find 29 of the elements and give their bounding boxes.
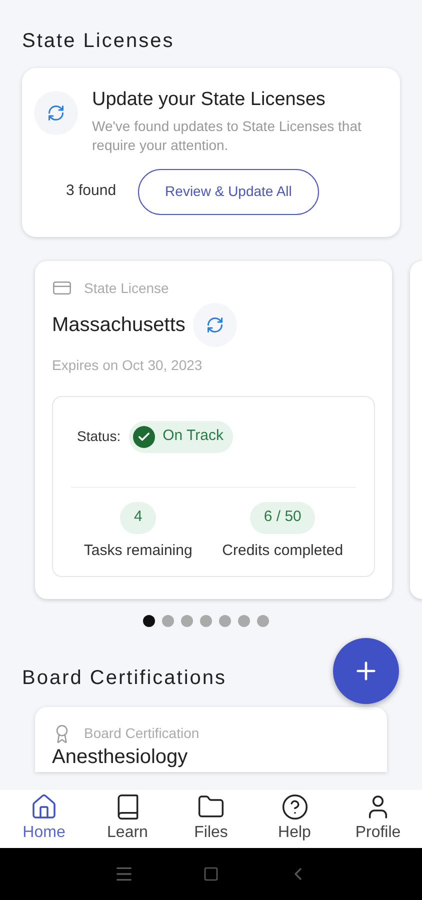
found-count: 3 found xyxy=(66,181,116,202)
section-title: State Licenses xyxy=(22,29,174,54)
certification-card[interactable]: Board Certification Anesthesiology xyxy=(35,707,387,772)
certification-name: Anesthesiology xyxy=(52,746,189,768)
review-update-all-button[interactable]: Review & Update All xyxy=(138,168,319,214)
home-icon xyxy=(30,793,58,821)
update-title: Update your State Licenses xyxy=(92,88,326,112)
stat-label: Credits completed xyxy=(222,540,344,560)
stat-value: 6 / 50 xyxy=(250,502,316,534)
refresh-icon xyxy=(34,91,78,135)
status-badge: On Track xyxy=(128,420,234,452)
add-button[interactable] xyxy=(333,638,399,704)
license-card[interactable]: State License Massachusetts Expires on Oct 30, 2023 Status: On Track 4 Tasks remaining 6 / 50 Credits completed xyxy=(35,260,392,599)
stat-value: 4 xyxy=(120,502,156,534)
help-icon xyxy=(280,793,308,821)
license-name: Massachusetts xyxy=(52,312,186,338)
status-label: Status: xyxy=(77,427,121,446)
update-description: We've found updates to State Licenses that require your attention. xyxy=(92,116,362,154)
nav-tab[interactable]: Files xyxy=(179,790,243,848)
card-type-label: Board Certification xyxy=(84,724,200,743)
expiry-date: Expires on Oct 30, 2023 xyxy=(52,356,204,375)
stat-label: Tasks remaining xyxy=(84,540,192,560)
nav-tab[interactable]: Profile xyxy=(346,790,410,848)
card-type-label: State License xyxy=(84,278,169,298)
nav-tab[interactable]: Home xyxy=(12,790,76,848)
section-title: Board Certifications xyxy=(22,666,227,691)
home-icon[interactable] xyxy=(202,866,219,882)
nav-tab[interactable]: Help xyxy=(262,790,326,848)
nav-tab[interactable]: Learn xyxy=(96,790,160,848)
